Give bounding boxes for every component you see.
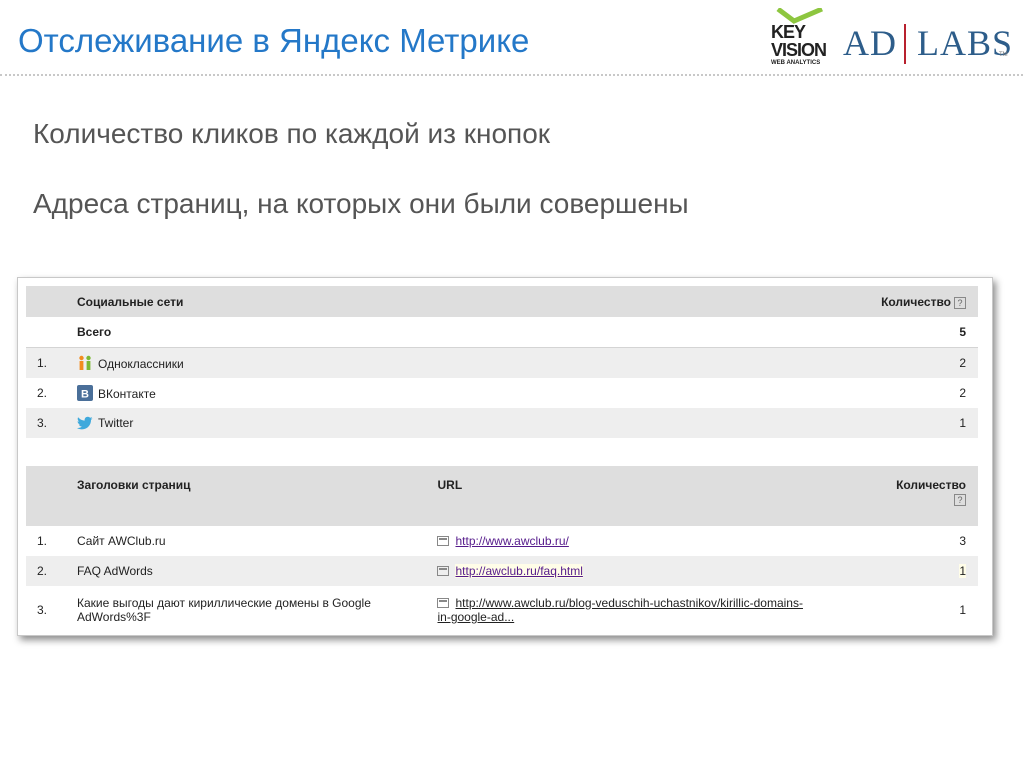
click-count: 2 bbox=[549, 378, 978, 408]
external-page-icon[interactable] bbox=[437, 566, 450, 576]
keyvision-logo-subtitle: WEB ANALYTICS bbox=[771, 60, 821, 66]
network-name: ВКонтакте bbox=[98, 387, 156, 401]
adlabs-logo-ad: AD bbox=[843, 23, 897, 63]
network-name: Одноклассники bbox=[98, 357, 184, 371]
page-url-link[interactable]: http://awclub.ru/faq.html bbox=[455, 564, 583, 578]
click-count: 3 bbox=[877, 526, 978, 556]
external-page-icon[interactable] bbox=[437, 597, 450, 608]
page-title: Сайт AWClub.ru bbox=[77, 526, 438, 556]
total-label: Всего bbox=[77, 317, 550, 348]
help-icon[interactable]: ? bbox=[954, 296, 966, 309]
column-header-count[interactable]: Количество? bbox=[549, 286, 978, 317]
click-count: 1 bbox=[877, 586, 978, 633]
total-value: 5 bbox=[549, 317, 978, 348]
column-header-count[interactable]: Количество? bbox=[877, 466, 978, 526]
odnoklassniki-icon bbox=[79, 355, 91, 370]
column-header-url: URL bbox=[437, 466, 878, 526]
keyvision-logo-line2: VISION bbox=[771, 40, 827, 60]
pages-table-header: Заголовки страниц URL Количество? bbox=[26, 466, 978, 526]
metrika-report-panel: Социальные сети Количество? Всего 5 1. О… bbox=[17, 277, 993, 636]
network-name: Twitter bbox=[98, 416, 134, 430]
row-number: 3. bbox=[26, 586, 77, 633]
column-header-page-titles: Заголовки страниц bbox=[77, 466, 438, 526]
bullet-page-addresses: Адреса страниц, на которых они были сове… bbox=[33, 188, 689, 219]
page-url-link[interactable]: http://www.awclub.ru/ bbox=[455, 534, 568, 548]
table-row[interactable]: 1. Сайт AWClub.ru http://www.awclub.ru/ … bbox=[26, 526, 978, 556]
click-count: 2 bbox=[549, 347, 978, 378]
table-row[interactable]: 3. Какие выгоды дают кириллические домен… bbox=[26, 586, 978, 633]
page-title: Какие выгоды дают кириллические домены в… bbox=[77, 586, 438, 633]
social-networks-table: Социальные сети Количество? Всего 5 1. О… bbox=[26, 286, 978, 438]
external-page-icon[interactable] bbox=[437, 536, 450, 546]
adlabs-logo-tm: TM bbox=[999, 52, 1008, 58]
total-row: Всего 5 bbox=[26, 317, 978, 348]
twitter-icon bbox=[77, 416, 93, 430]
row-number: 3. bbox=[26, 408, 77, 438]
table-row[interactable]: 2. B ВКонтакте 2 bbox=[26, 378, 978, 408]
table-row[interactable]: 2. FAQ AdWords http://awclub.ru/faq.html… bbox=[26, 556, 978, 586]
table-row[interactable]: 3. Twitter 1 bbox=[26, 408, 978, 438]
page-url-link[interactable]: http://www.awclub.ru/blog-veduschih-ucha… bbox=[437, 596, 802, 624]
adlabs-logo-divider bbox=[904, 24, 906, 64]
click-count: 1 bbox=[549, 408, 978, 438]
click-count: 1 bbox=[959, 564, 966, 578]
keyvision-logo: KEY VISION WEB ANALYTICS bbox=[768, 8, 828, 70]
table-row[interactable]: 1. Одноклассники 2 bbox=[26, 347, 978, 378]
page-titles-table: Заголовки страниц URL Количество? 1. Сай… bbox=[26, 466, 978, 633]
title-divider bbox=[0, 74, 1023, 76]
row-number: 1. bbox=[26, 347, 77, 378]
column-header-social-networks: Социальные сети bbox=[77, 286, 550, 317]
social-table-header: Социальные сети Количество? bbox=[26, 286, 978, 317]
row-number: 2. bbox=[26, 556, 77, 586]
bullet-clicks: Количество кликов по каждой из кнопок bbox=[33, 118, 551, 149]
help-icon[interactable]: ? bbox=[954, 494, 966, 506]
row-number: 2. bbox=[26, 378, 77, 408]
vkontakte-icon: B bbox=[77, 385, 93, 401]
page-title: FAQ AdWords bbox=[77, 556, 438, 586]
slide-title: Отслеживание в Яндекс Метрике bbox=[18, 22, 530, 59]
row-number: 1. bbox=[26, 526, 77, 556]
svg-text:B: B bbox=[81, 389, 89, 401]
